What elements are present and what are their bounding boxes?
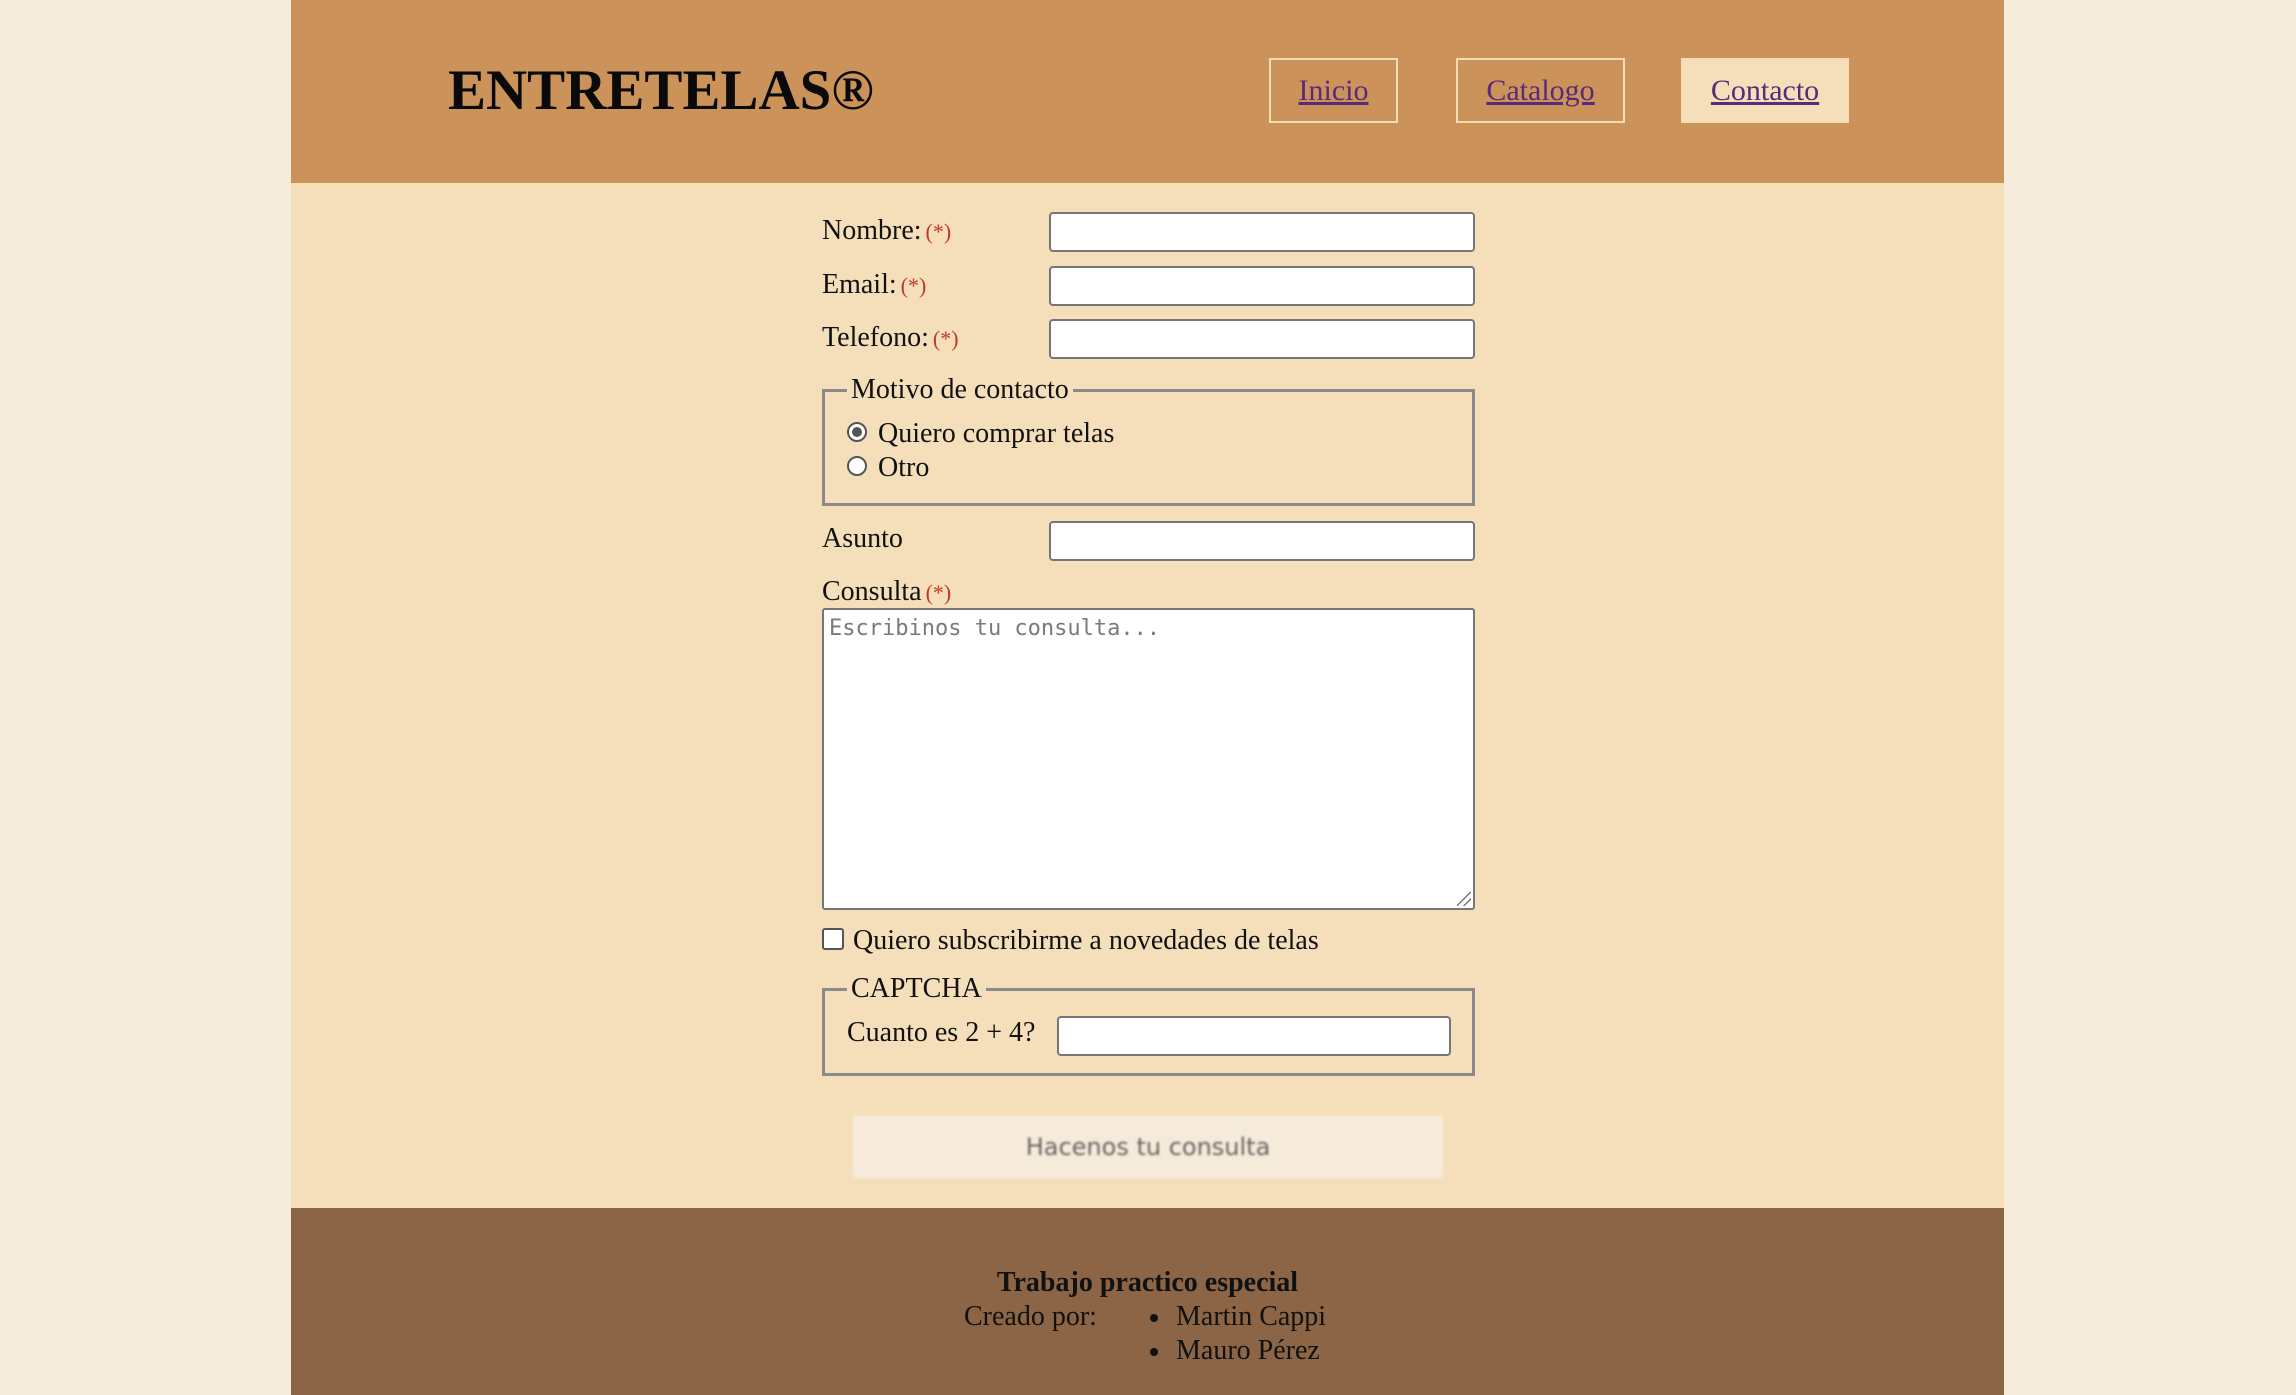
email-label-text: Email: [822,269,897,300]
consulta-label: Consulta (*) [822,575,951,610]
site-footer: Trabajo practico especial Creado por: Ma… [291,1208,2004,1395]
page-container: ENTRETELAS® Inicio Catalogo Contacto Nom… [291,0,2004,1395]
radio-comprar-telas-label: Quiero comprar telas [878,418,1115,449]
resize-handle-icon[interactable] [1457,892,1471,906]
site-header: ENTRETELAS® Inicio Catalogo Contacto [291,0,2004,183]
captcha-input[interactable] [1057,1016,1451,1056]
footer-title: Trabajo practico especial [996,1267,1299,1298]
telefono-input[interactable] [1049,319,1475,359]
nombre-label: Nombre: (*) [822,214,951,249]
radio-comprar-telas[interactable] [847,422,867,442]
email-input[interactable] [1049,266,1475,306]
captcha-legend: CAPTCHA [847,974,986,1004]
subscribe-label: Quiero subscribirme a novedades de telas [853,925,1319,956]
required-marker: (*) [900,273,927,298]
list-item: Mauro Pérez [1150,1334,1326,1368]
consulta-placeholder: Escribinos tu consulta... [829,616,1161,641]
nombre-label-text: Nombre: [822,215,922,246]
email-label: Email: (*) [822,268,926,303]
consulta-label-text: Consulta [822,576,922,607]
subscribe-checkbox[interactable] [822,928,844,950]
site-logo: ENTRETELAS® [448,59,874,122]
asunto-label: Asunto [822,523,903,554]
nav-contacto[interactable]: Contacto [1681,58,1849,123]
radio-otro[interactable] [847,456,867,476]
radio-otro-label: Otro [878,452,930,483]
submit-button[interactable]: Hacenos tu consulta [853,1116,1443,1178]
nav-inicio[interactable]: Inicio [1269,58,1398,123]
author-list: Martin Cappi Mauro Pérez [1150,1300,1326,1368]
required-marker: (*) [932,326,959,351]
telefono-label: Telefono: (*) [822,321,959,356]
list-item: Martin Cappi [1150,1300,1326,1334]
asunto-input[interactable] [1049,521,1475,561]
telefono-label-text: Telefono: [822,322,929,353]
nombre-input[interactable] [1049,212,1475,252]
nav-catalogo[interactable]: Catalogo [1456,58,1625,123]
captcha-question: Cuanto es 2 + 4? [847,1017,1036,1048]
consulta-textarea[interactable]: Escribinos tu consulta... [822,608,1475,910]
footer-created-by: Creado por: [964,1301,1097,1332]
required-marker: (*) [925,219,952,244]
motivo-legend: Motivo de contacto [847,375,1073,405]
required-marker: (*) [925,580,952,605]
